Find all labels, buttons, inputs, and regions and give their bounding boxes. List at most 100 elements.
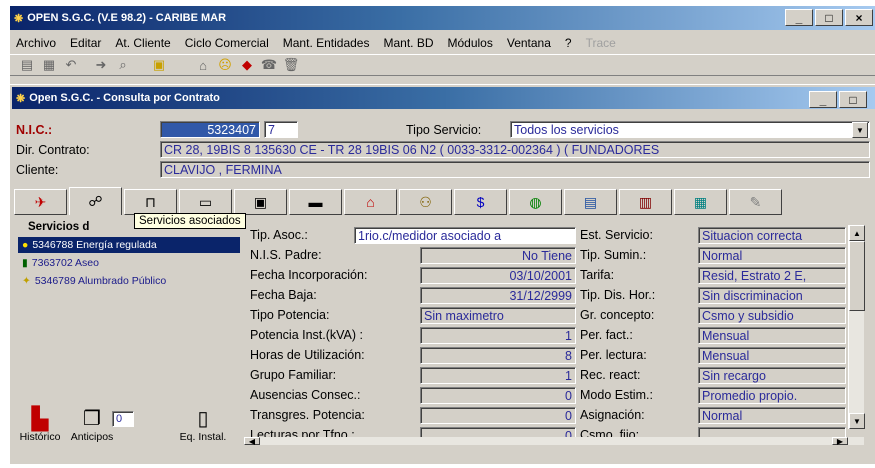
grupo-familiar-field: 1 bbox=[420, 367, 576, 384]
tarifa-field: Resid, Estrato 2 E, bbox=[698, 267, 846, 284]
tipo-servicio-label: Tipo Servicio: bbox=[406, 123, 482, 137]
contract-window: ❋ Open S.G.C. - Consulta por Contrato _ … bbox=[10, 84, 875, 464]
service-item[interactable]: ▮ 7363702 Aseo bbox=[18, 255, 240, 271]
house-icon[interactable]: ⌂ bbox=[344, 189, 397, 215]
per-fact-label: Per. fact.: bbox=[580, 328, 633, 342]
phone-icon[interactable]: ☎ bbox=[258, 56, 280, 74]
menu-mant-bd[interactable]: Mant. BD bbox=[383, 36, 433, 50]
tarifa-label: Tarifa: bbox=[580, 268, 615, 282]
diamond-icon[interactable]: ◆ bbox=[236, 56, 258, 74]
fecha-baja-label: Fecha Baja: bbox=[250, 288, 317, 302]
modo-estim-label: Modo Estim.: bbox=[580, 388, 653, 402]
chart-icon[interactable]: ▥ bbox=[619, 189, 672, 215]
fecha-incorporacion-label: Fecha Incorporación: bbox=[250, 268, 368, 282]
tip-asoc-field: 1rio.c/medidor asociado a bbox=[354, 227, 576, 244]
documents-icon: ❐ bbox=[83, 408, 101, 430]
child-minimize-button[interactable]: _ bbox=[809, 91, 837, 108]
smiley-icon[interactable]: ☹ bbox=[214, 56, 236, 74]
historico-button[interactable]: ▙ Histórico bbox=[18, 407, 62, 444]
fecha-incorporacion-field: 03/10/2001 bbox=[420, 267, 576, 284]
tip-asoc-label: Tip. Asoc.: bbox=[250, 228, 308, 242]
gr-concepto-label: Gr. concepto: bbox=[580, 308, 655, 322]
service-item[interactable]: ● 5346788 Energía regulada bbox=[18, 237, 240, 253]
eq-instal-button[interactable]: ▯ Eq. Instal. bbox=[174, 407, 232, 443]
scroll-down-icon[interactable]: ▼ bbox=[849, 413, 865, 429]
est-servicio-field: Situacion correcta bbox=[698, 227, 846, 244]
menu-modulos[interactable]: Módulos bbox=[448, 36, 493, 50]
anticipos-button[interactable]: ❐ Anticipos bbox=[66, 407, 118, 443]
tipo-potencia-field: Sin maximetro bbox=[420, 307, 576, 324]
menu-mant-entidades[interactable]: Mant. Entidades bbox=[283, 36, 370, 50]
scroll-up-icon[interactable]: ▲ bbox=[849, 225, 865, 241]
vertical-scrollbar[interactable]: ▲ ▼ bbox=[848, 225, 865, 429]
cliente-field: CLAVIJO , FERMINA bbox=[160, 161, 870, 178]
nic-digit-input[interactable]: 7 bbox=[264, 121, 298, 138]
nic-input[interactable]: 5323407 bbox=[160, 121, 260, 138]
keyboard-icon[interactable]: ▭ bbox=[179, 189, 232, 215]
tab-strip: ✈ ☍ ⊓ ▭ ▣ ▬ ⌂ ⚇ $ ◍ ▤ ▥ ▦ ✎ bbox=[14, 187, 870, 215]
horizontal-scrollbar[interactable]: ◀ ▶ bbox=[244, 437, 864, 445]
tip-sumin-field: Normal bbox=[698, 247, 846, 264]
monitor-icon[interactable]: ▣ bbox=[234, 189, 287, 215]
maximize-button[interactable]: □ bbox=[815, 9, 843, 26]
trash-icon[interactable]: 🗑 bbox=[280, 56, 302, 74]
lightbulb-icon: ● bbox=[22, 239, 29, 251]
anticipos-count: 0 bbox=[112, 411, 134, 427]
dir-contrato-label: Dir. Contrato: bbox=[16, 143, 90, 157]
menu-ventana[interactable]: Ventana bbox=[507, 36, 551, 50]
service-item[interactable]: ✦ 5346789 Alumbrado Público bbox=[18, 273, 240, 289]
detail-panel: Tip. Asoc.: 1rio.c/medidor asociado a N.… bbox=[244, 225, 865, 445]
child-logo-icon: ❋ bbox=[16, 92, 26, 105]
toolbar: ▤ ▦ ↶ ➜ ⌕ ▣ ⌂ ☹ ◆ ☎ 🗑 bbox=[10, 54, 875, 76]
est-servicio-label: Est. Servicio: bbox=[580, 228, 653, 242]
tipo-servicio-select[interactable]: Todos los servicios bbox=[510, 121, 870, 138]
scroll-left-icon[interactable]: ◀ bbox=[244, 437, 260, 445]
scroll-right-icon[interactable]: ▶ bbox=[832, 437, 848, 445]
tipo-servicio-dropdown-icon[interactable]: ▼ bbox=[852, 122, 868, 138]
menu-editar[interactable]: Editar bbox=[70, 36, 101, 50]
rec-react-field: Sin recargo bbox=[698, 367, 846, 384]
dir-contrato-field: CR 28, 19BIS 8 135630 CE - TR 28 19BIS 0… bbox=[160, 141, 870, 158]
home-icon[interactable]: ⌂ bbox=[192, 56, 214, 74]
child-maximize-button[interactable]: □ bbox=[839, 91, 867, 108]
scroll-thumb[interactable] bbox=[849, 241, 865, 311]
menu-at-cliente[interactable]: At. Cliente bbox=[115, 36, 170, 50]
menu-help[interactable]: ? bbox=[565, 36, 572, 50]
asignacion-label: Asignación: bbox=[580, 408, 645, 422]
per-lectura-field: Mensual bbox=[698, 347, 846, 364]
forward-icon[interactable]: ➜ bbox=[90, 56, 112, 74]
pencil-icon[interactable]: ✎ bbox=[729, 189, 782, 215]
coin-icon[interactable]: ◍ bbox=[509, 189, 562, 215]
nis-padre-label: N.I.S. Padre: bbox=[250, 248, 322, 262]
per-lectura-label: Per. lectura: bbox=[580, 348, 647, 362]
minimize-button[interactable]: _ bbox=[785, 9, 813, 26]
money-icon[interactable]: ⚇ bbox=[399, 189, 452, 215]
close-button[interactable]: × bbox=[845, 9, 873, 26]
services-tooltip: Servicios asociados bbox=[134, 213, 246, 229]
trash-bin-icon: ▮ bbox=[22, 257, 28, 269]
grupo-familiar-label: Grupo Familiar: bbox=[250, 368, 337, 382]
tip-sumin-label: Tip. Sumin.: bbox=[580, 248, 647, 262]
folder-icon[interactable]: ▣ bbox=[148, 56, 170, 74]
nis-padre-field: No Tiene bbox=[420, 247, 576, 264]
search-icon[interactable]: ⌕ bbox=[112, 56, 134, 74]
bar-icon[interactable]: ▬ bbox=[289, 189, 342, 215]
card-icon[interactable]: ▤ bbox=[564, 189, 617, 215]
potencia-inst-field: 1 bbox=[420, 327, 576, 344]
services-heading: Servicios d bbox=[28, 221, 90, 233]
ausencias-consec-field: 0 bbox=[420, 387, 576, 404]
dollar-icon[interactable]: $ bbox=[454, 189, 507, 215]
people-icon[interactable]: ☍ bbox=[69, 187, 122, 215]
app-window: ❋ OPEN S.G.C. (V.E 98.2) - CARIBE MAR _ … bbox=[10, 6, 875, 464]
menu-trace[interactable]: Trace bbox=[586, 36, 616, 50]
undo-icon[interactable]: ↶ bbox=[60, 56, 82, 74]
grid-icon[interactable]: ▦ bbox=[674, 189, 727, 215]
new-icon[interactable]: ▤ bbox=[16, 56, 38, 74]
print-icon[interactable]: ▦ bbox=[38, 56, 60, 74]
meter-icon[interactable]: ⊓ bbox=[124, 189, 177, 215]
menu-archivo[interactable]: Archivo bbox=[16, 36, 56, 50]
spray-icon[interactable]: ✈ bbox=[14, 189, 67, 215]
child-titlebar: ❋ Open S.G.C. - Consulta por Contrato bbox=[12, 87, 875, 109]
menu-ciclo-comercial[interactable]: Ciclo Comercial bbox=[185, 36, 269, 50]
fecha-baja-field: 31/12/2999 bbox=[420, 287, 576, 304]
